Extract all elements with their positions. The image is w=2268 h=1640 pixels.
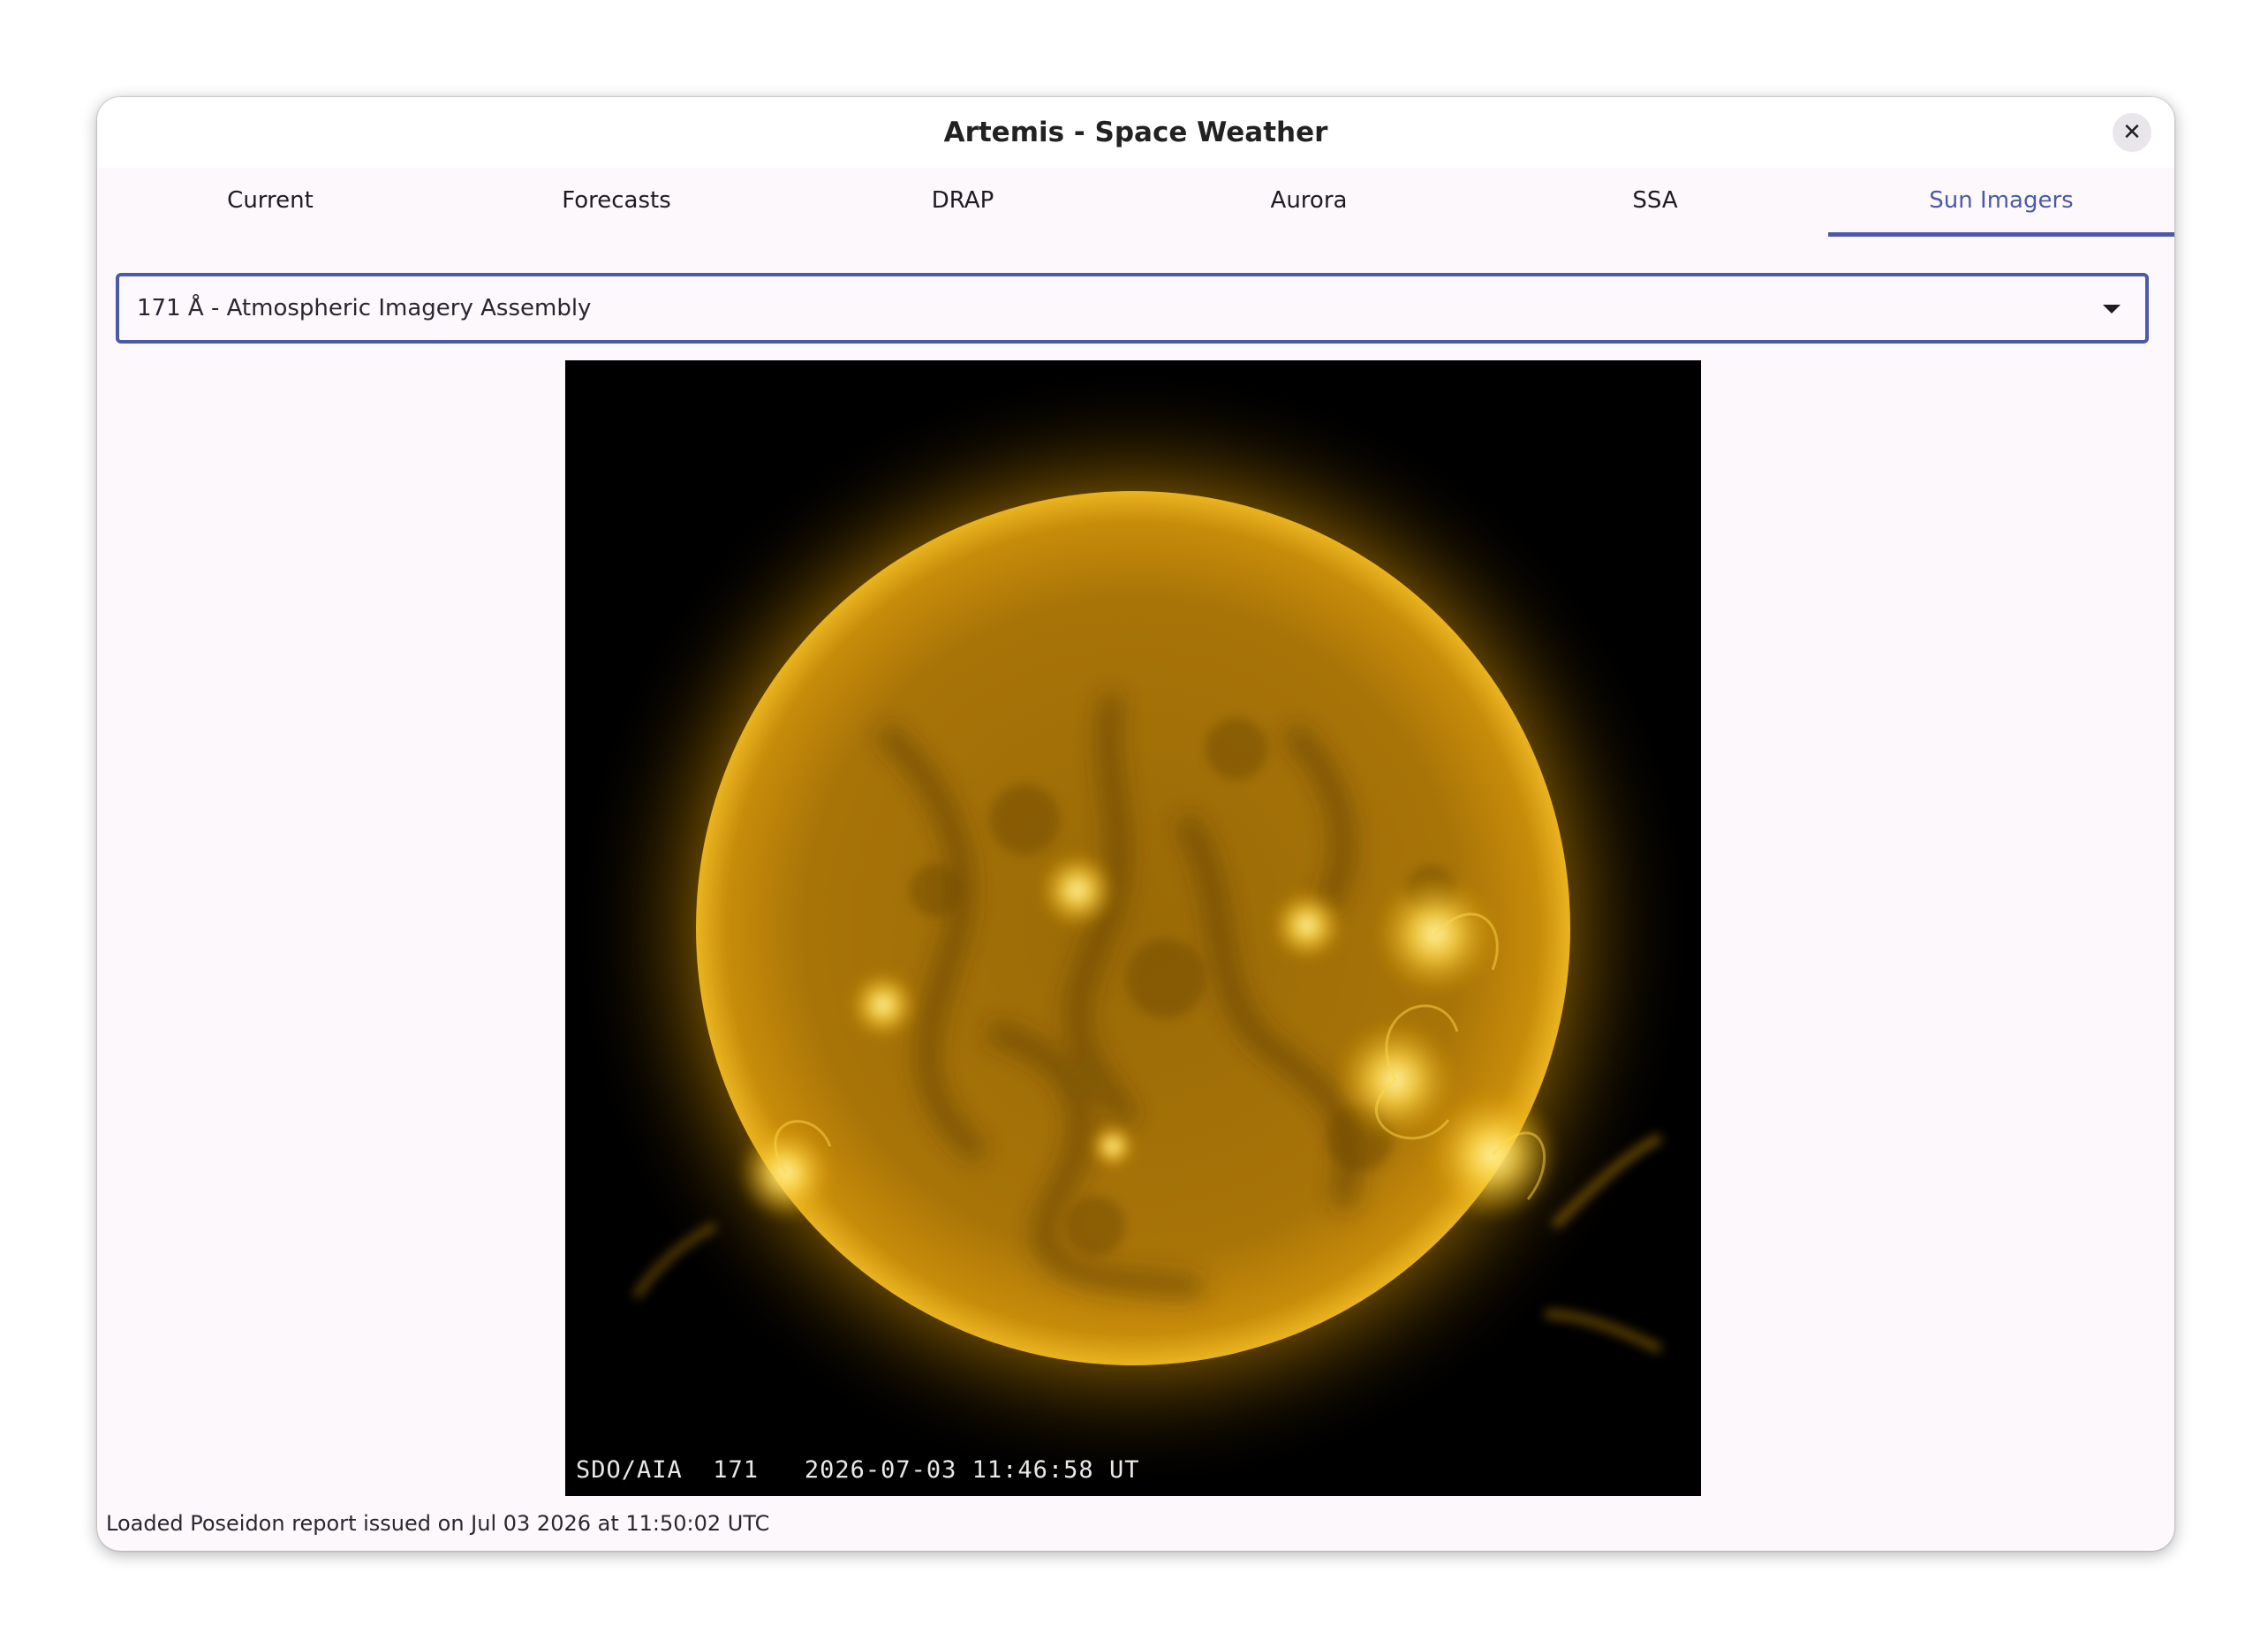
tab-drap[interactable]: DRAP [790, 168, 1136, 247]
titlebar: Artemis - Space Weather ✕ [97, 97, 2174, 168]
imager-select[interactable]: 171 Å - Atmospheric Imagery Assembly [116, 273, 2149, 344]
close-button[interactable]: ✕ [2113, 113, 2151, 152]
tab-forecasts[interactable]: Forecasts [443, 168, 790, 247]
sun-image-graphic [565, 360, 1701, 1496]
sun-image-caption: SDO/AIA 171 2026-07-03 11:46:58 UT [576, 1456, 1140, 1484]
caret-down-icon[interactable] [2103, 305, 2121, 314]
window-title: Artemis - Space Weather [943, 117, 1328, 148]
tab-aurora[interactable]: Aurora [1136, 168, 1482, 247]
tab-bar: Current Forecasts DRAP Aurora SSA Sun Im… [97, 168, 2174, 247]
tab-sun-imagers[interactable]: Sun Imagers [1828, 168, 2174, 247]
space-weather-window: Artemis - Space Weather ✕ Current Foreca… [97, 97, 2174, 1551]
tab-ssa[interactable]: SSA [1482, 168, 1828, 247]
tab-current[interactable]: Current [97, 168, 443, 247]
status-text: Loaded Poseidon report issued on Jul 03 … [106, 1511, 770, 1536]
sun-image: SDO/AIA 171 2026-07-03 11:46:58 UT [565, 360, 1701, 1496]
imager-select-value: 171 Å - Atmospheric Imagery Assembly [137, 295, 592, 321]
